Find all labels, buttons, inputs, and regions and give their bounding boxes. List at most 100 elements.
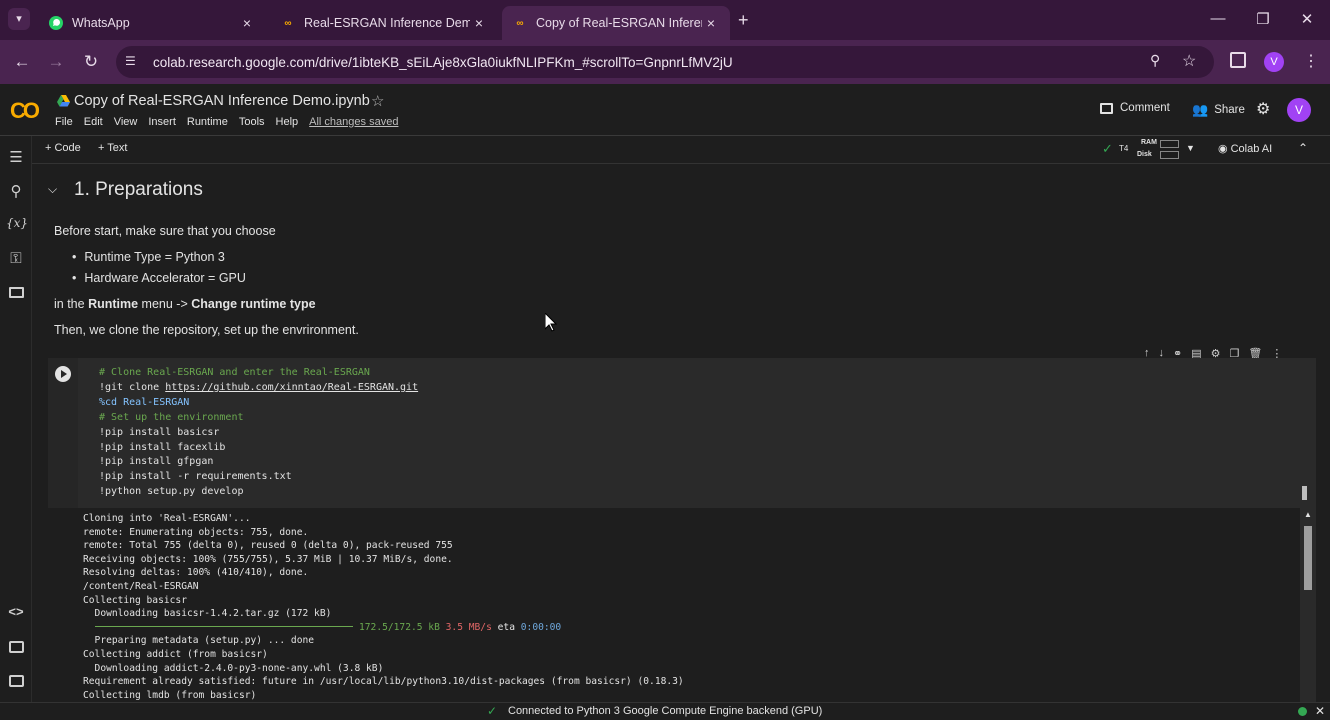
code-line: !python setup.py develop bbox=[99, 486, 244, 497]
mouse-cursor bbox=[545, 313, 557, 332]
tab-title: Copy of Real-ESRGAN Inference bbox=[536, 16, 702, 30]
tab-search-button[interactable]: ▾ bbox=[8, 8, 30, 30]
notebook-toolbar: + Code + Text ✓ T4 RAM Disk ▼ ◉ Colab AI… bbox=[32, 136, 1330, 164]
menu-tools[interactable]: Tools bbox=[239, 116, 265, 128]
download-progress: 172.5/172.5 kB 3.5 MB/s eta 0:00:00 bbox=[95, 622, 561, 633]
colab-header: CO Copy of Real-ESRGAN Inference Demo.ip… bbox=[0, 84, 1330, 136]
section-collapse-icon[interactable]: ⌵ bbox=[48, 182, 57, 197]
code-snippets-icon[interactable]: <> bbox=[6, 604, 26, 624]
save-status[interactable]: All changes saved bbox=[309, 116, 398, 128]
output-line: Requirement already satisfied: future in… bbox=[83, 676, 684, 688]
comment-button[interactable]: Comment bbox=[1100, 102, 1170, 114]
status-close-icon[interactable]: ✕ bbox=[1315, 704, 1325, 718]
colab-icon: ∞ bbox=[516, 17, 524, 29]
variables-icon[interactable]: {x} bbox=[6, 216, 28, 236]
notebook-title[interactable]: Copy of Real-ESRGAN Inference Demo.ipynb bbox=[74, 93, 370, 109]
code-scrollbar[interactable] bbox=[1302, 486, 1307, 500]
output-scrollbar[interactable]: ▲ bbox=[1300, 508, 1316, 704]
menu-runtime[interactable]: Runtime bbox=[187, 116, 228, 128]
browser-menu-icon[interactable]: ⋮ bbox=[1303, 51, 1319, 71]
command-palette-icon[interactable] bbox=[6, 638, 26, 658]
user-avatar[interactable]: V bbox=[1287, 98, 1311, 122]
status-check-icon: ✓ bbox=[487, 704, 498, 718]
window-close-icon[interactable]: ✕ bbox=[1292, 10, 1322, 28]
menu-file[interactable]: File bbox=[55, 116, 73, 128]
scroll-up-icon[interactable]: ▲ bbox=[1304, 510, 1312, 519]
whatsapp-icon bbox=[48, 15, 64, 31]
output-line: Downloading basicsr-1.4.2.tar.gz (172 kB… bbox=[83, 608, 332, 620]
search-icon[interactable]: ⚲ bbox=[6, 182, 26, 202]
code-editor[interactable] bbox=[78, 358, 1316, 508]
tab-copy-real-esrgan[interactable]: ∞ Copy of Real-ESRGAN Inference × bbox=[502, 6, 730, 40]
bookmark-star-icon[interactable]: ☆ bbox=[1182, 51, 1196, 71]
new-tab-button[interactable]: + bbox=[738, 10, 749, 31]
runtime-dropdown-icon[interactable]: ▼ bbox=[1186, 143, 1195, 153]
secrets-key-icon[interactable]: ⚿ bbox=[6, 250, 26, 270]
menu-help[interactable]: Help bbox=[276, 116, 299, 128]
reload-icon[interactable]: ↻ bbox=[79, 52, 103, 72]
terminal-icon[interactable] bbox=[6, 672, 26, 692]
star-icon[interactable]: ☆ bbox=[371, 92, 384, 110]
colab-icon: ∞ bbox=[284, 17, 292, 29]
menu-bar: File Edit View Insert Runtime Tools Help… bbox=[55, 116, 398, 128]
drive-icon bbox=[57, 94, 70, 107]
minimize-icon[interactable]: — bbox=[1203, 10, 1233, 27]
progress-eta-label: eta bbox=[497, 621, 515, 633]
bullet-runtime-type: • Runtime Type = Python 3 bbox=[72, 250, 225, 264]
notebook-body: ⌵ 1. Preparations Before start, make sur… bbox=[32, 164, 1320, 704]
menu-view[interactable]: View bbox=[114, 116, 138, 128]
runtime-pre: in the bbox=[54, 297, 89, 311]
back-icon[interactable]: ← bbox=[10, 52, 34, 72]
site-info-icon[interactable]: ☰ bbox=[125, 54, 136, 68]
share-button[interactable]: 👥 Share bbox=[1192, 102, 1245, 118]
output-line: /content/Real-ESRGAN bbox=[83, 581, 199, 592]
code-text: !pip install basicsr bbox=[99, 426, 220, 438]
restore-icon[interactable]: ❐ bbox=[1248, 10, 1278, 28]
runtime-instruction: in the Runtime menu -> Change runtime ty… bbox=[54, 297, 316, 311]
repo-link[interactable]: https://github.com/xinntao/Real-ESRGAN.g… bbox=[165, 382, 418, 393]
menu-insert[interactable]: Insert bbox=[148, 116, 176, 128]
browser-toolbar: ← → ↻ ☰ colab.research.google.com/drive/… bbox=[0, 40, 1330, 84]
output-line: Collecting basicsr bbox=[83, 594, 187, 606]
output-line: Receiving objects: 100% (755/755), 5.37 … bbox=[83, 553, 453, 565]
section-heading: 1. Preparations bbox=[74, 179, 203, 200]
close-tab-icon[interactable]: × bbox=[238, 15, 256, 31]
colab-logo[interactable]: CO bbox=[10, 98, 40, 124]
code-line: !pip install gfpgan bbox=[99, 456, 213, 467]
code-line: !pip install -r requirements.txt bbox=[99, 471, 292, 482]
side-panel-icon[interactable] bbox=[1230, 52, 1246, 68]
colab-ai-button[interactable]: ◉ Colab AI bbox=[1218, 142, 1273, 156]
bullet-hardware-accelerator: • Hardware Accelerator = GPU bbox=[72, 271, 246, 285]
comment-label: Comment bbox=[1120, 102, 1170, 114]
add-text-button[interactable]: + Text bbox=[98, 142, 127, 154]
code-text: !pip install gfpgan bbox=[99, 456, 214, 468]
runtime-menu-name: Runtime bbox=[88, 297, 139, 311]
add-code-button[interactable]: + Code bbox=[45, 142, 81, 154]
close-tab-icon[interactable]: × bbox=[470, 15, 488, 31]
scroll-thumb[interactable] bbox=[1304, 526, 1312, 590]
code-cell[interactable]: # Clone Real-ESRGAN and enter the Real-E… bbox=[48, 358, 1316, 508]
colab-ai-label: Colab AI bbox=[1230, 142, 1273, 155]
browser-avatar[interactable]: V bbox=[1264, 52, 1284, 72]
bullet-dot: • bbox=[72, 250, 77, 264]
disk-label: Disk bbox=[1137, 151, 1152, 158]
close-tab-icon[interactable]: × bbox=[702, 15, 720, 31]
settings-gear-icon[interactable]: ⚙ bbox=[1256, 99, 1270, 119]
progress-eta: 0:00:00 bbox=[520, 621, 562, 633]
run-cell-button[interactable] bbox=[55, 366, 71, 382]
table-of-contents-icon[interactable]: ☰ bbox=[6, 148, 26, 168]
address-bar[interactable]: ☰ colab.research.google.com/drive/1ibteK… bbox=[116, 46, 1214, 78]
tab-real-esrgan-demo[interactable]: ∞ Real-ESRGAN Inference Demo.i × bbox=[270, 6, 498, 40]
bullet-text: Runtime Type = Python 3 bbox=[84, 250, 225, 264]
output-line: Downloading addict-2.4.0-py3-none-any.wh… bbox=[83, 662, 384, 674]
files-folder-icon[interactable] bbox=[6, 284, 26, 304]
menu-edit[interactable]: Edit bbox=[84, 116, 103, 128]
tab-whatsapp[interactable]: WhatsApp × bbox=[38, 6, 266, 40]
forward-icon[interactable]: → bbox=[44, 52, 68, 72]
zoom-icon[interactable]: ⚲ bbox=[1150, 52, 1160, 69]
code-text: !pip install -r requirements.txt bbox=[99, 471, 292, 483]
output-line: Collecting addict (from basicsr) bbox=[83, 649, 268, 660]
connection-status[interactable]: Connected to Python 3 Google Compute Eng… bbox=[508, 705, 822, 717]
collapse-toolbar-icon[interactable]: ⌃ bbox=[1298, 141, 1308, 155]
runtime-mid: menu -> bbox=[138, 297, 192, 311]
